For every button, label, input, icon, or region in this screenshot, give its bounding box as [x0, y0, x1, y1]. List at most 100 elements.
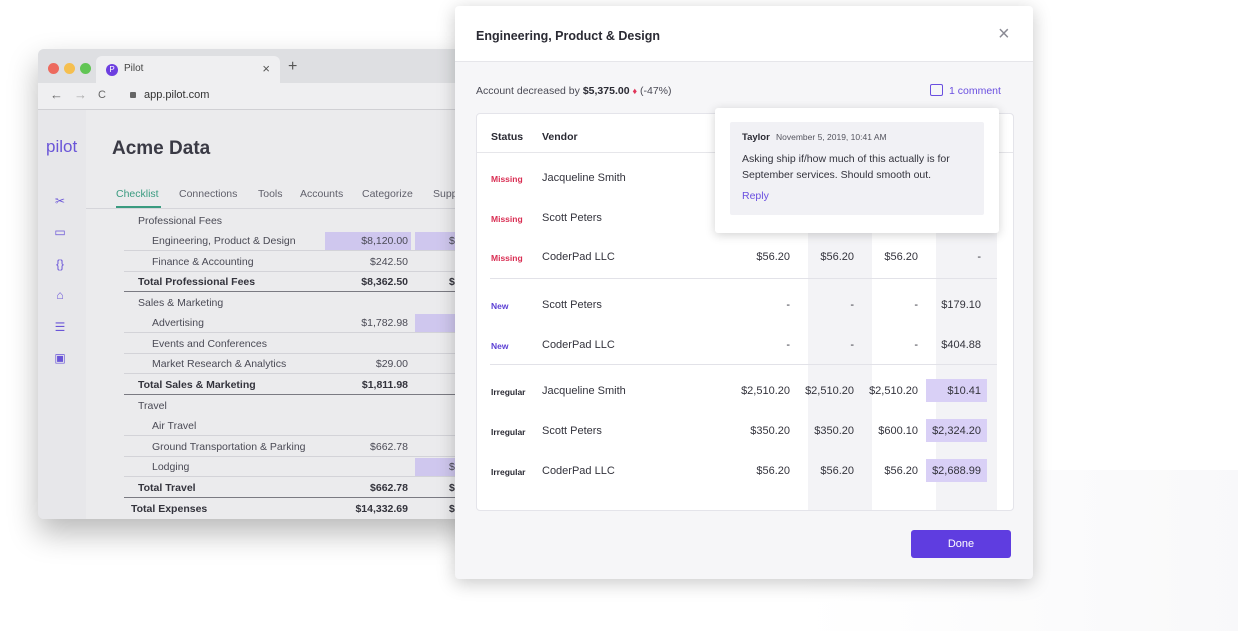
- ledger-row[interactable]: Events and Conferences: [86, 334, 478, 354]
- bank-icon[interactable]: ⌂: [51, 287, 69, 303]
- pilot-favicon-icon: P: [106, 64, 118, 76]
- row-label: Finance & Accounting: [152, 256, 254, 268]
- minimize-window-button[interactable]: [64, 63, 75, 74]
- table-row[interactable]: Irregular Scott Peters $350.20 $350.20 $…: [477, 419, 1013, 445]
- summary-percent: (-47%): [639, 85, 672, 97]
- ledger-row[interactable]: Air Travel: [86, 416, 478, 436]
- ledger-row[interactable]: Market Research & Analytics $29.00: [86, 354, 478, 374]
- tab-accounts[interactable]: Accounts: [300, 188, 343, 200]
- row-label: Sales & Marketing: [138, 297, 224, 309]
- group-divider: [490, 364, 997, 365]
- amount-cell: $404.88: [941, 339, 981, 351]
- vendor-name: CoderPad LLC: [542, 339, 615, 351]
- browser-tab-title: Pilot: [124, 63, 144, 74]
- summary-text: Account decreased by: [476, 85, 580, 97]
- tab-categorize[interactable]: Categorize: [362, 188, 413, 200]
- row-divider: [124, 497, 478, 498]
- ledger-row[interactable]: Finance & Accounting $242.50: [86, 252, 478, 272]
- vendor-name: Jacqueline Smith: [542, 385, 626, 397]
- row-value: $29.00: [375, 358, 408, 370]
- amount-cell: -: [786, 339, 790, 351]
- total-row[interactable]: Total Sales & Marketing $1,811.98: [86, 375, 478, 395]
- modal-header: Engineering, Product & Design ×: [455, 6, 1033, 62]
- vendor-name: CoderPad LLC: [542, 251, 615, 263]
- total-row[interactable]: Total Professional Fees $8,362.50 $: [86, 272, 478, 292]
- table-row[interactable]: New Scott Peters - - - $179.10: [477, 293, 1013, 319]
- maximize-window-button[interactable]: [80, 63, 91, 74]
- done-button[interactable]: Done: [911, 530, 1011, 558]
- row-divider: [124, 250, 478, 251]
- row-label: Market Research & Analytics: [152, 358, 287, 370]
- amount-cell: -: [914, 339, 918, 351]
- pilot-logo[interactable]: pilot: [46, 137, 77, 157]
- tools-icon[interactable]: ✂: [51, 193, 69, 209]
- tab-tools[interactable]: Tools: [258, 188, 283, 200]
- ledger-row[interactable]: Advertising $1,782.98: [86, 313, 478, 333]
- new-tab-button[interactable]: +: [288, 58, 297, 76]
- amount-cell: $350.20: [750, 425, 790, 437]
- company-title: Acme Data: [112, 138, 211, 159]
- row-divider: [124, 332, 478, 333]
- row-value: $242.50: [370, 256, 408, 268]
- vendor-header[interactable]: Vendor: [542, 131, 578, 143]
- row-value: $1,782.98: [361, 317, 408, 329]
- tab-support[interactable]: Supp: [433, 188, 458, 200]
- grand-total-row[interactable]: Total Expenses $14,332.69 $1: [86, 499, 478, 519]
- tabs-divider: [86, 208, 478, 209]
- table-row[interactable]: Irregular Jacqueline Smith $2,510.20 $2,…: [477, 379, 1013, 405]
- amount-cell: $350.20: [814, 425, 854, 437]
- reply-link[interactable]: Reply: [742, 190, 769, 202]
- amount-cell: -: [850, 299, 854, 311]
- total-row[interactable]: Total Travel $662.78 $: [86, 478, 478, 498]
- ledger-row[interactable]: Ground Transportation & Parking $662.78: [86, 437, 478, 457]
- braces-icon[interactable]: {}: [51, 256, 69, 272]
- row-label: Air Travel: [152, 420, 197, 432]
- row-label: Total Travel: [138, 482, 196, 494]
- amount-cell: $179.10: [941, 299, 981, 311]
- table-row[interactable]: Missing CoderPad LLC $56.20 $56.20 $56.2…: [477, 245, 1013, 271]
- receipt-icon[interactable]: ☰: [51, 319, 69, 335]
- tab-close-icon[interactable]: ×: [262, 61, 270, 76]
- tab-checklist[interactable]: Checklist: [116, 188, 159, 200]
- url-field[interactable]: app.pilot.com: [144, 89, 209, 101]
- row-divider: [124, 476, 478, 477]
- ledger-row[interactable]: Professional Fees: [86, 211, 478, 231]
- reload-icon[interactable]: C: [98, 89, 106, 101]
- amount-cell: $2,510.20: [805, 385, 854, 397]
- amount-cell: $56.20: [820, 465, 854, 477]
- row-label: Total Expenses: [131, 503, 208, 515]
- browser-tab[interactable]: P Pilot ×: [96, 56, 280, 83]
- status-header[interactable]: Status: [491, 131, 523, 143]
- status-badge: Missing: [491, 214, 523, 224]
- comment-timestamp: November 5, 2019, 10:41 AM: [776, 132, 887, 142]
- table-row[interactable]: Irregular CoderPad LLC $56.20 $56.20 $56…: [477, 459, 1013, 485]
- ledger-row[interactable]: Lodging $: [86, 457, 478, 477]
- row-divider: [124, 373, 478, 374]
- row-label: Total Professional Fees: [138, 276, 256, 288]
- table-row[interactable]: New CoderPad LLC - - - $404.88: [477, 333, 1013, 359]
- ledger-row[interactable]: Travel: [86, 396, 478, 416]
- summary-amount: $5,375.00: [582, 85, 630, 97]
- status-badge: Irregular: [491, 427, 526, 437]
- vendor-name: Scott Peters: [542, 212, 602, 224]
- ledger-row[interactable]: Sales & Marketing: [86, 293, 478, 313]
- row-label: Ground Transportation & Parking: [152, 441, 306, 453]
- comment-link[interactable]: 1 comment: [949, 85, 1001, 97]
- vendor-name: Scott Peters: [542, 425, 602, 437]
- tab-connections[interactable]: Connections: [179, 188, 237, 200]
- close-window-button[interactable]: [48, 63, 59, 74]
- id-card-icon[interactable]: ▭: [51, 224, 69, 240]
- decrease-diamond-icon: ♦: [632, 86, 638, 96]
- comment-icon[interactable]: [930, 84, 943, 96]
- row-label: Total Sales & Marketing: [138, 379, 256, 391]
- close-icon[interactable]: ×: [998, 24, 1010, 44]
- group-divider: [490, 278, 997, 279]
- ledger-row[interactable]: Engineering, Product & Design $8,120.00 …: [86, 231, 478, 251]
- forward-arrow-icon[interactable]: →: [74, 87, 87, 102]
- status-badge: Irregular: [491, 467, 526, 477]
- amount-cell: -: [977, 251, 981, 263]
- row-value-next: $: [449, 276, 455, 288]
- report-icon[interactable]: ▣: [51, 350, 69, 366]
- back-arrow-icon[interactable]: ←: [50, 87, 63, 102]
- row-value: $8,362.50: [361, 276, 408, 288]
